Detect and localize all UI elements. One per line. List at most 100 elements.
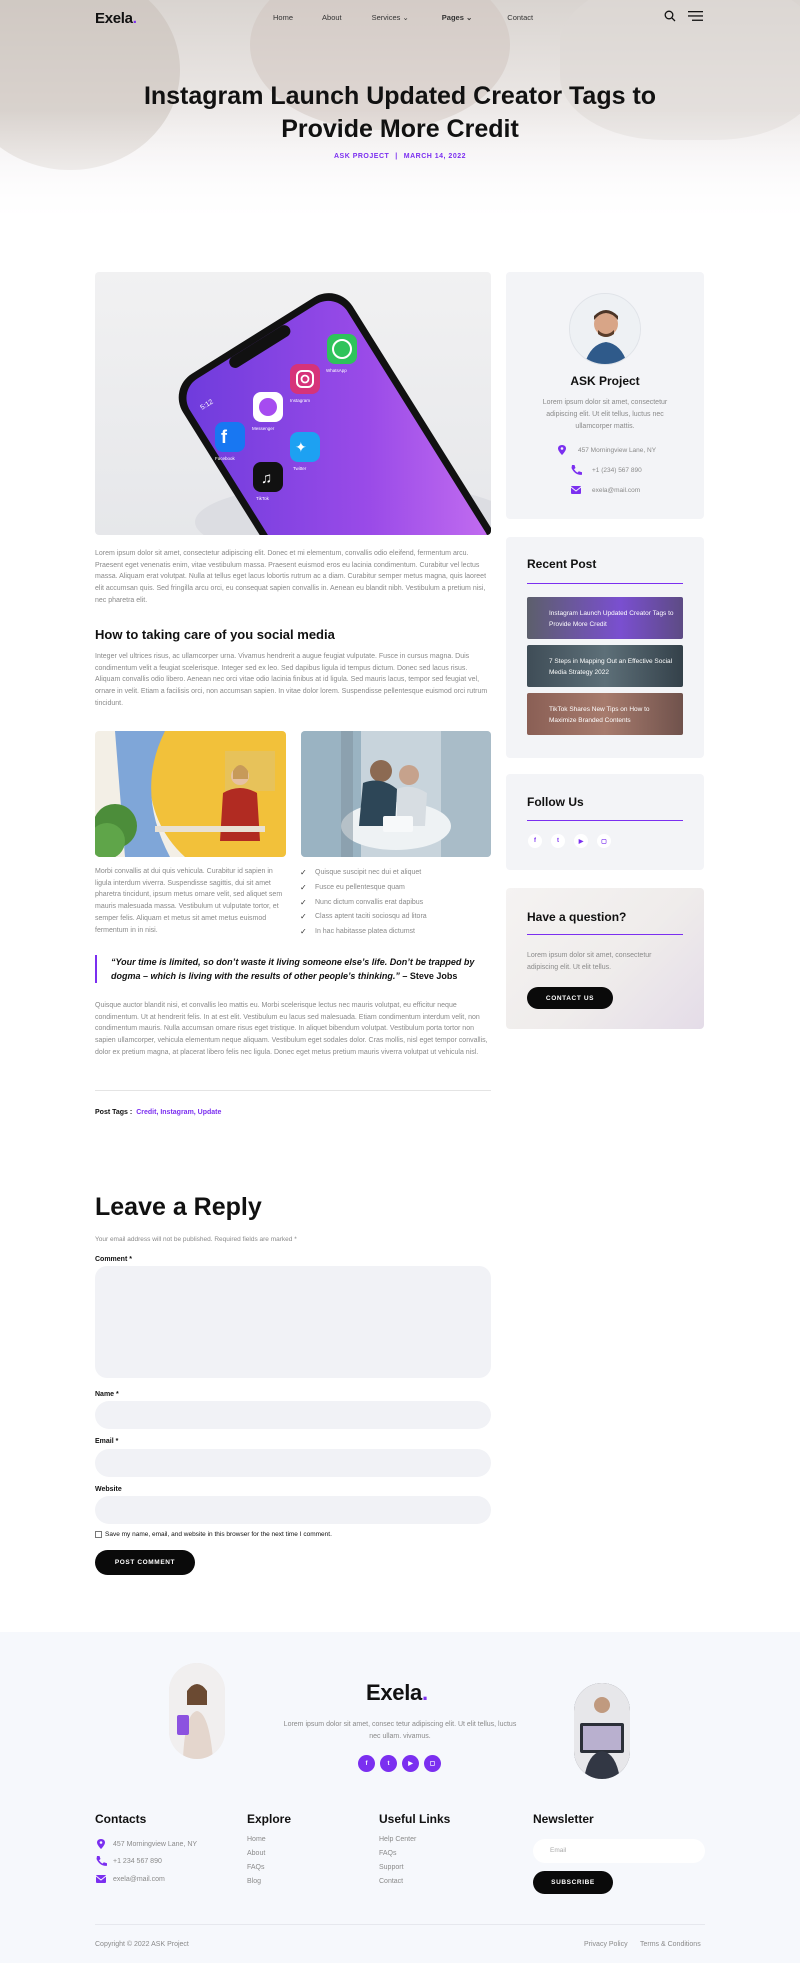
svg-text:♫: ♫ bbox=[261, 470, 272, 487]
nav-contact[interactable]: Contact bbox=[507, 13, 533, 22]
phone-icon bbox=[96, 1856, 107, 1866]
author-email: exela@mail.com bbox=[570, 485, 640, 495]
divider bbox=[95, 1090, 491, 1091]
article-intro: Lorem ipsum dolor sit amet, consectetur … bbox=[95, 550, 487, 604]
author-bio: Lorem ipsum dolor sit amet, consectetur … bbox=[542, 399, 668, 430]
follow-us-title: Follow Us bbox=[527, 795, 584, 809]
footer-photo-left bbox=[169, 1663, 225, 1759]
post-meta: ASK PROJECT | MARCH 14, 2022 bbox=[333, 153, 466, 160]
website-input[interactable] bbox=[95, 1496, 491, 1524]
chevron-down-icon: ⌄ bbox=[465, 13, 473, 22]
youtube-icon[interactable]: ▶ bbox=[402, 1755, 419, 1772]
footer-link-help-center[interactable]: Help Center bbox=[379, 1836, 416, 1843]
footer-divider bbox=[95, 1924, 705, 1925]
author-name: ASK Project bbox=[570, 374, 640, 388]
contact-us-button[interactable]: CONTACT US bbox=[527, 987, 613, 1009]
follow-us-card bbox=[506, 774, 704, 870]
nav-services[interactable]: Services ⌄ bbox=[372, 13, 409, 22]
list-item: ✓ In hac habitasse platea dictumst bbox=[300, 925, 427, 940]
footer-link-support[interactable]: Support bbox=[379, 1864, 404, 1871]
website-label: Website bbox=[95, 1486, 122, 1493]
save-info-checkbox[interactable] bbox=[95, 1531, 102, 1538]
hamburger-menu-icon[interactable] bbox=[688, 11, 703, 21]
name-input[interactable] bbox=[95, 1401, 491, 1429]
recent-post-item[interactable]: TikTok Shares New Tips on How to Maximiz… bbox=[527, 693, 683, 735]
email-label: Email * bbox=[95, 1438, 119, 1445]
footer-link-about[interactable]: About bbox=[247, 1850, 265, 1857]
check-icon: ✓ bbox=[300, 927, 307, 937]
recent-post-item[interactable]: Instagram Launch Updated Creator Tags to… bbox=[527, 597, 683, 639]
list-item: ✓ Fusce eu pellentesque quam bbox=[300, 881, 427, 896]
tag-links[interactable]: Credit, Instagram, Update bbox=[136, 1109, 221, 1116]
youtube-icon[interactable]: ▶ bbox=[574, 834, 588, 848]
comment-label: Comment * bbox=[95, 1256, 132, 1263]
page: Exela. Home About Services ⌄ Pages ⌄ Con… bbox=[0, 0, 800, 1963]
twitter-icon[interactable]: t bbox=[551, 834, 565, 848]
reply-note: Your email address will not be published… bbox=[95, 1236, 297, 1243]
title-underline bbox=[527, 820, 683, 821]
page-title: Instagram Launch Updated Creator Tags to… bbox=[143, 82, 657, 143]
author-address: 457 Morningview Lane, NY bbox=[556, 445, 656, 455]
svg-text:TikTok: TikTok bbox=[256, 496, 270, 501]
article-paragraph-2: Integer vel ultrices risus, ac ullamcorp… bbox=[95, 653, 488, 707]
footer-link-faqs[interactable]: FAQs bbox=[247, 1864, 265, 1871]
nav-home[interactable]: Home bbox=[273, 13, 293, 22]
terms-link[interactable]: Terms & Conditions bbox=[640, 1941, 701, 1948]
footer-link-contact[interactable]: Contact bbox=[379, 1878, 403, 1885]
list-item: ✓ Quisque suscipit nec dui et aliquet bbox=[300, 866, 427, 881]
site-logo[interactable]: Exela. bbox=[95, 10, 137, 27]
author-phone: +1 (234) 567 890 bbox=[570, 465, 642, 475]
comment-textarea[interactable] bbox=[95, 1266, 491, 1378]
chevron-down-icon: ⌄ bbox=[402, 13, 409, 22]
recent-posts-title: Recent Post bbox=[527, 557, 597, 571]
instagram-icon[interactable]: ▢ bbox=[424, 1755, 441, 1772]
footer-link-home[interactable]: Home bbox=[247, 1836, 266, 1843]
author-avatar bbox=[569, 293, 641, 365]
post-date: MARCH 14, 2022 bbox=[403, 153, 466, 160]
svg-text:WhatsApp: WhatsApp bbox=[326, 368, 347, 373]
footer-address: 457 Morningview Lane, NY bbox=[95, 1839, 197, 1849]
nav-pages[interactable]: Pages ⌄ bbox=[442, 13, 473, 22]
footer-explore-title: Explore bbox=[247, 1812, 292, 1826]
location-pin-icon bbox=[97, 1839, 105, 1849]
post-tags: Post Tags : Credit, Instagram, Update bbox=[95, 1109, 222, 1116]
email-icon bbox=[95, 1875, 107, 1883]
privacy-policy-link[interactable]: Privacy Policy bbox=[584, 1941, 628, 1948]
quote-author: – Steve Jobs bbox=[399, 971, 458, 981]
location-pin-icon bbox=[558, 445, 566, 455]
check-icon: ✓ bbox=[300, 912, 307, 922]
article-subheading: How to taking care of you social media bbox=[95, 627, 335, 642]
copyright: Copyright © 2022 ASK Project bbox=[95, 1941, 189, 1948]
featured-image: 5:12 f Facebook Messenger Instagram What… bbox=[95, 272, 491, 535]
team-at-laptop-image bbox=[301, 731, 491, 857]
main-nav: Home About Services ⌄ Pages ⌄ Contact bbox=[273, 13, 533, 22]
list-item: ✓ Nunc dictum convallis erat dapibus bbox=[300, 896, 427, 911]
footer-email: exela@mail.com bbox=[95, 1874, 165, 1884]
facebook-icon[interactable]: f bbox=[528, 834, 542, 848]
instagram-icon[interactable]: ▢ bbox=[597, 834, 611, 848]
svg-text:Instagram: Instagram bbox=[290, 398, 310, 403]
subscribe-button[interactable]: SUBSCRIBE bbox=[533, 1871, 613, 1894]
nav-about[interactable]: About bbox=[322, 13, 342, 22]
footer-desc: Lorem ipsum dolor sit amet, consec tetur… bbox=[283, 1721, 517, 1740]
svg-text:Twitter: Twitter bbox=[293, 466, 307, 471]
search-icon[interactable] bbox=[664, 10, 676, 22]
svg-text:Facebook: Facebook bbox=[215, 456, 236, 461]
recent-post-item[interactable]: 7 Steps in Mapping Out an Effective Soci… bbox=[527, 645, 683, 687]
newsletter-email-input[interactable]: Email bbox=[533, 1839, 705, 1863]
save-info-checkbox-row[interactable]: Save my name, email, and website in this… bbox=[95, 1531, 332, 1538]
footer-logo[interactable]: Exela. bbox=[366, 1680, 428, 1706]
email-input[interactable] bbox=[95, 1449, 491, 1477]
svg-text:f: f bbox=[221, 427, 228, 447]
feature-checklist: ✓ Quisque suscipit nec dui et aliquet ✓ Fu… bbox=[300, 866, 427, 940]
phone-icon bbox=[571, 465, 582, 475]
footer-link-faqs-2[interactable]: FAQs bbox=[379, 1850, 397, 1857]
list-item: ✓ Class aptent taciti sociosqu ad litora bbox=[300, 910, 427, 925]
question-desc: Lorem ipsum dolor sit amet, consectetur … bbox=[527, 952, 652, 971]
twitter-icon[interactable]: t bbox=[380, 1755, 397, 1772]
footer-link-blog[interactable]: Blog bbox=[247, 1878, 261, 1885]
post-comment-button[interactable]: POST COMMENT bbox=[95, 1550, 195, 1575]
post-author[interactable]: ASK PROJECT bbox=[334, 153, 389, 160]
check-icon: ✓ bbox=[300, 868, 307, 877]
facebook-icon[interactable]: f bbox=[358, 1755, 375, 1772]
